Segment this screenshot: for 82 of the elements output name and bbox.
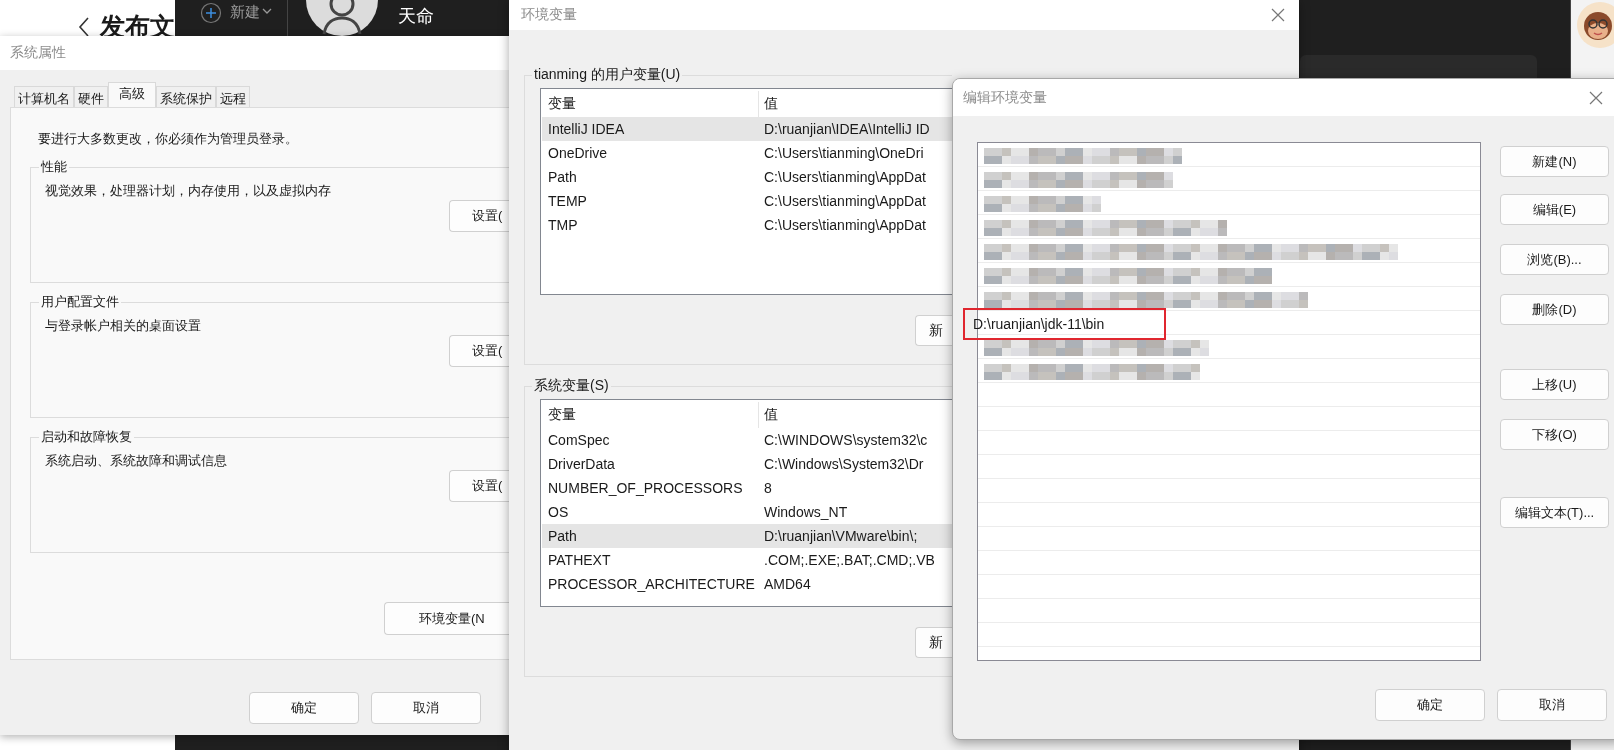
window-title: 编辑环境变量 [963,88,1047,107]
variable-value: D:\ruanjian\IDEA\IntelliJ ID [763,121,930,137]
group-title: tianming 的用户变量(U) [533,66,682,84]
new-button[interactable]: 新 [915,315,952,346]
path-entry[interactable]: D:\ruanjian\jdk-11\bin [963,308,1167,340]
new-button[interactable]: 新 [915,627,952,658]
variable-name: IntelliJ IDEA [547,121,626,137]
group-description: 视觉效果，处理器计划，内存使用，以及虚拟内存 [45,182,332,200]
dialog-button[interactable]: 确定 [1375,689,1485,721]
tab[interactable]: 高级 [108,82,156,107]
side-button[interactable]: 编辑(E) [1500,194,1609,225]
back-icon[interactable] [78,16,90,38]
variable-value: C:\Users\tianming\AppDat [763,169,926,185]
variable-value: Windows_NT [763,504,848,520]
table-row[interactable]: OneDrive C:\Users\tianming\OneDri [542,141,952,165]
variable-name: OS [547,504,570,520]
caret-icon[interactable] [262,8,272,14]
variable-value: C:\Users\tianming\OneDri [763,145,924,161]
side-button[interactable]: 删除(D) [1500,294,1609,325]
variable-name: DriverData [547,456,616,472]
variable-value: .COM;.EXE;.BAT;.CMD;.VB [763,552,935,568]
table-row[interactable]: NUMBER_OF_PROCESSORS 8 [542,476,952,500]
table-row[interactable]: PROCESSOR_ARCHITECTURE AMD64 [542,572,952,596]
group-description: 系统启动、系统故障和调试信息 [45,452,228,470]
variable-name: Path [547,528,578,544]
variable-name: NUMBER_OF_PROCESSORS [547,480,744,496]
table-row[interactable]: IntelliJ IDEA D:\ruanjian\IDEA\IntelliJ ID [542,117,952,141]
column-header[interactable]: 值 [759,406,778,424]
dialog-button[interactable]: 取消 [371,692,481,724]
side-button[interactable]: 上移(U) [1500,369,1609,400]
table-row[interactable]: TEMP C:\Users\tianming\AppDat [542,189,952,213]
group-title: 用户配置文件 [40,293,120,311]
dialog-button[interactable]: 确定 [249,692,359,724]
variable-value: C:\Users\tianming\AppDat [763,217,926,233]
side-button[interactable]: 新建(N) [1500,146,1609,177]
new-menu-label[interactable]: 新建 [230,3,260,22]
side-button[interactable]: 浏览(B)... [1500,244,1609,275]
close-icon[interactable] [1589,90,1603,105]
table-row[interactable]: ComSpec C:\WINDOWS\system32\c [542,428,952,452]
variable-name: ComSpec [547,432,611,448]
tab[interactable]: 硬件 [74,86,108,107]
table-row[interactable]: DriverData C:\Windows\System32\Dr [542,452,952,476]
settings-button[interactable]: 设置( [449,335,509,367]
group-title: 性能 [40,158,68,176]
avatar-icon[interactable] [1576,2,1614,48]
variable-value: D:\ruanjian\VMware\bin\; [763,528,918,544]
variable-name: PATHEXT [547,552,612,568]
variable-value: 8 [763,480,772,496]
group-description: 与登录帐户相关的桌面设置 [45,317,202,335]
tab[interactable]: 远程 [216,86,250,107]
variable-name: PROCESSOR_ARCHITECTURE [547,576,756,592]
variable-name: Path [547,169,578,185]
table-row[interactable]: TMP C:\Users\tianming\AppDat [542,213,952,237]
settings-button[interactable]: 设置( [449,470,509,502]
variable-name: OneDrive [547,145,609,161]
variable-value: C:\Windows\System32\Dr [763,456,924,472]
close-icon[interactable] [1271,8,1285,22]
plus-circle-icon[interactable] [200,2,222,24]
settings-button[interactable]: 设置( [449,200,509,232]
environment-variables-button[interactable]: 环境变量(N [384,602,509,635]
variable-value: AMD64 [763,576,811,592]
column-header[interactable]: 变量 [542,402,759,428]
table-row[interactable]: PATHEXT .COM;.EXE;.BAT;.CMD;.VB [542,548,952,572]
variable-value: C:\WINDOWS\system32\c [763,432,928,448]
variable-name: TMP [547,217,579,233]
window-title: 环境变量 [521,6,577,24]
window-title: 系统属性 [10,44,66,62]
group-title: 系统变量(S) [533,377,610,395]
column-header[interactable]: 值 [759,95,778,113]
table-row[interactable]: Path C:\Users\tianming\AppDat [542,165,952,189]
dialog-button[interactable]: 取消 [1497,689,1607,721]
group-title: 启动和故障恢复 [40,428,133,446]
table-row[interactable]: Path D:\ruanjian\VMware\bin\; [542,524,952,548]
table-row[interactable]: OS Windows_NT [542,500,952,524]
side-button[interactable]: 编辑文本(T)... [1500,497,1609,528]
admin-notice: 要进行大多数更改，你必须作为管理员登录。 [37,130,299,148]
user-name: 天命 [398,5,434,28]
tab[interactable]: 计算机名 [14,86,74,107]
variable-value: C:\Users\tianming\AppDat [763,193,926,209]
variable-name: TEMP [547,193,588,209]
side-button[interactable]: 下移(O) [1500,419,1609,450]
tab[interactable]: 系统保护 [156,86,216,107]
